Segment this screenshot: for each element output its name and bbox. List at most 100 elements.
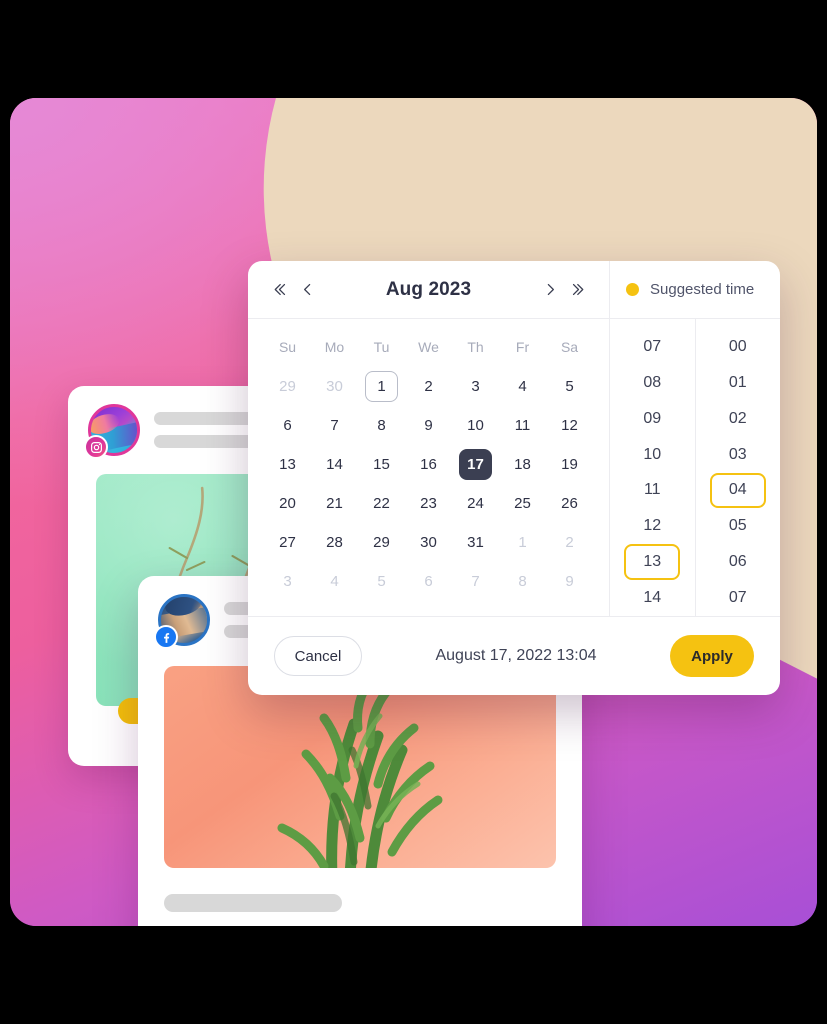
minute-option-01[interactable]: 01: [710, 365, 766, 401]
weekday-su: Su: [278, 339, 297, 355]
calendar-day-4[interactable]: 4: [499, 367, 546, 406]
calendar-day-number: 30: [420, 534, 437, 551]
apply-button[interactable]: Apply: [670, 635, 754, 677]
hour-option-07[interactable]: 07: [624, 329, 680, 365]
minutes-column[interactable]: 00 01 02 03 04 05 06 07: [694, 319, 781, 616]
app-canvas: Aug 2023 Su Mo Tu We Th Fr Sa 29 30 1 2 …: [10, 98, 817, 926]
chevron-right-icon[interactable]: [537, 275, 563, 305]
calendar-day-13[interactable]: 13: [264, 445, 311, 484]
minute-option-03[interactable]: 03: [710, 437, 766, 473]
calendar-day-5[interactable]: 5: [358, 562, 405, 601]
calendar-week-row: 27 28 29 30 31 1 2: [264, 523, 593, 562]
datetime-picker-popup: Aug 2023 Su Mo Tu We Th Fr Sa 29 30 1 2 …: [248, 261, 780, 695]
hour-option-10[interactable]: 10: [624, 437, 680, 473]
facebook-icon: [154, 625, 178, 649]
chevron-left-icon[interactable]: [294, 275, 320, 305]
calendar-day-7[interactable]: 7: [452, 562, 499, 601]
calendar-day-29[interactable]: 29: [264, 367, 311, 406]
minute-option-02[interactable]: 02: [710, 401, 766, 437]
hour-option-11[interactable]: 11: [624, 473, 680, 509]
calendar-day-number: 28: [326, 534, 343, 551]
calendar-day-number: 24: [467, 495, 484, 512]
minute-option-04[interactable]: 04: [709, 472, 766, 509]
calendar-day-25[interactable]: 25: [499, 484, 546, 523]
calendar-day-number: 23: [420, 495, 437, 512]
calendar-day-17[interactable]: 17: [452, 445, 499, 484]
calendar-day-26[interactable]: 26: [546, 484, 593, 523]
calendar-day-1[interactable]: 1: [358, 367, 405, 406]
calendar-day-11[interactable]: 11: [499, 406, 546, 445]
calendar-day-8[interactable]: 8: [358, 406, 405, 445]
calendar-day-6[interactable]: 6: [264, 406, 311, 445]
calendar-day-24[interactable]: 24: [452, 484, 499, 523]
calendar-day-3[interactable]: 3: [452, 367, 499, 406]
calendar-day-16[interactable]: 16: [405, 445, 452, 484]
calendar-day-number: 2: [424, 378, 433, 395]
calendar-day-12[interactable]: 12: [546, 406, 593, 445]
calendar-header: Aug 2023: [248, 261, 609, 319]
calendar-day-9[interactable]: 9: [546, 562, 593, 601]
time-pane: Suggested time 07 08 09 10 11 12 13 14 00 01 02 03…: [609, 261, 780, 616]
calendar-week-row: 29 30 1 2 3 4 5: [264, 367, 593, 406]
calendar-nav-left: [266, 275, 320, 305]
calendar-day-number: 4: [330, 573, 339, 590]
calendar-day-19[interactable]: 19: [546, 445, 593, 484]
hour-option-14[interactable]: 14: [624, 580, 680, 616]
calendar-day-14[interactable]: 14: [311, 445, 358, 484]
calendar-day-29[interactable]: 29: [358, 523, 405, 562]
calendar-day-30[interactable]: 30: [405, 523, 452, 562]
cancel-button[interactable]: Cancel: [274, 636, 362, 676]
calendar-day-number: 7: [330, 417, 339, 434]
minute-option-07[interactable]: 07: [710, 580, 766, 616]
time-columns: 07 08 09 10 11 12 13 14 00 01 02 03 04 05 06 07: [610, 319, 780, 616]
calendar-day-31[interactable]: 31: [452, 523, 499, 562]
calendar-day-number: 21: [326, 495, 343, 512]
calendar-day-4[interactable]: 4: [311, 562, 358, 601]
calendar-day-2[interactable]: 2: [546, 523, 593, 562]
minute-option-05[interactable]: 05: [710, 508, 766, 544]
calendar-day-6[interactable]: 6: [405, 562, 452, 601]
calendar-title: Aug 2023: [385, 278, 472, 300]
calendar-day-8[interactable]: 8: [499, 562, 546, 601]
calendar-weeks: 29 30 1 2 3 4 5 6 7 8 9 10 11 12 13 14 15 16 17 18 19 20 21 22 2…: [264, 367, 593, 601]
hour-option-09[interactable]: 09: [624, 401, 680, 437]
calendar-day-number: 22: [373, 495, 390, 512]
calendar-pane: Aug 2023 Su Mo Tu We Th Fr Sa 29 30 1 2 …: [248, 261, 609, 616]
calendar-day-number: 15: [373, 456, 390, 473]
calendar-day-number: 6: [283, 417, 292, 434]
calendar-day-1[interactable]: 1: [499, 523, 546, 562]
hours-column[interactable]: 07 08 09 10 11 12 13 14: [610, 319, 695, 616]
calendar-day-number: 1: [365, 371, 398, 402]
calendar-day-7[interactable]: 7: [311, 406, 358, 445]
calendar-day-2[interactable]: 2: [405, 367, 452, 406]
calendar-day-number: 20: [279, 495, 296, 512]
weekday-th: Th: [467, 339, 484, 355]
avatar: [84, 404, 140, 459]
calendar-day-10[interactable]: 10: [452, 406, 499, 445]
hour-option-12[interactable]: 12: [624, 508, 680, 544]
minute-option-06[interactable]: 06: [710, 544, 766, 580]
calendar-day-30[interactable]: 30: [311, 367, 358, 406]
hour-option-13[interactable]: 13: [624, 544, 681, 581]
calendar-day-28[interactable]: 28: [311, 523, 358, 562]
calendar-day-27[interactable]: 27: [264, 523, 311, 562]
hour-option-08[interactable]: 08: [624, 365, 680, 401]
calendar-day-20[interactable]: 20: [264, 484, 311, 523]
calendar-day-number: 8: [377, 417, 386, 434]
calendar-day-23[interactable]: 23: [405, 484, 452, 523]
calendar-day-9[interactable]: 9: [405, 406, 452, 445]
suggested-time-label: Suggested time: [650, 281, 755, 298]
calendar-day-21[interactable]: 21: [311, 484, 358, 523]
double-chevron-left-icon[interactable]: [266, 275, 292, 305]
calendar-day-number: 3: [283, 573, 292, 590]
calendar-day-22[interactable]: 22: [358, 484, 405, 523]
double-chevron-right-icon[interactable]: [565, 275, 591, 305]
calendar-day-number: 19: [561, 456, 578, 473]
calendar-day-5[interactable]: 5: [546, 367, 593, 406]
calendar-day-number: 29: [373, 534, 390, 551]
calendar-day-number: 10: [467, 417, 484, 434]
calendar-day-15[interactable]: 15: [358, 445, 405, 484]
calendar-day-18[interactable]: 18: [499, 445, 546, 484]
calendar-day-3[interactable]: 3: [264, 562, 311, 601]
minute-option-00[interactable]: 00: [710, 329, 766, 365]
